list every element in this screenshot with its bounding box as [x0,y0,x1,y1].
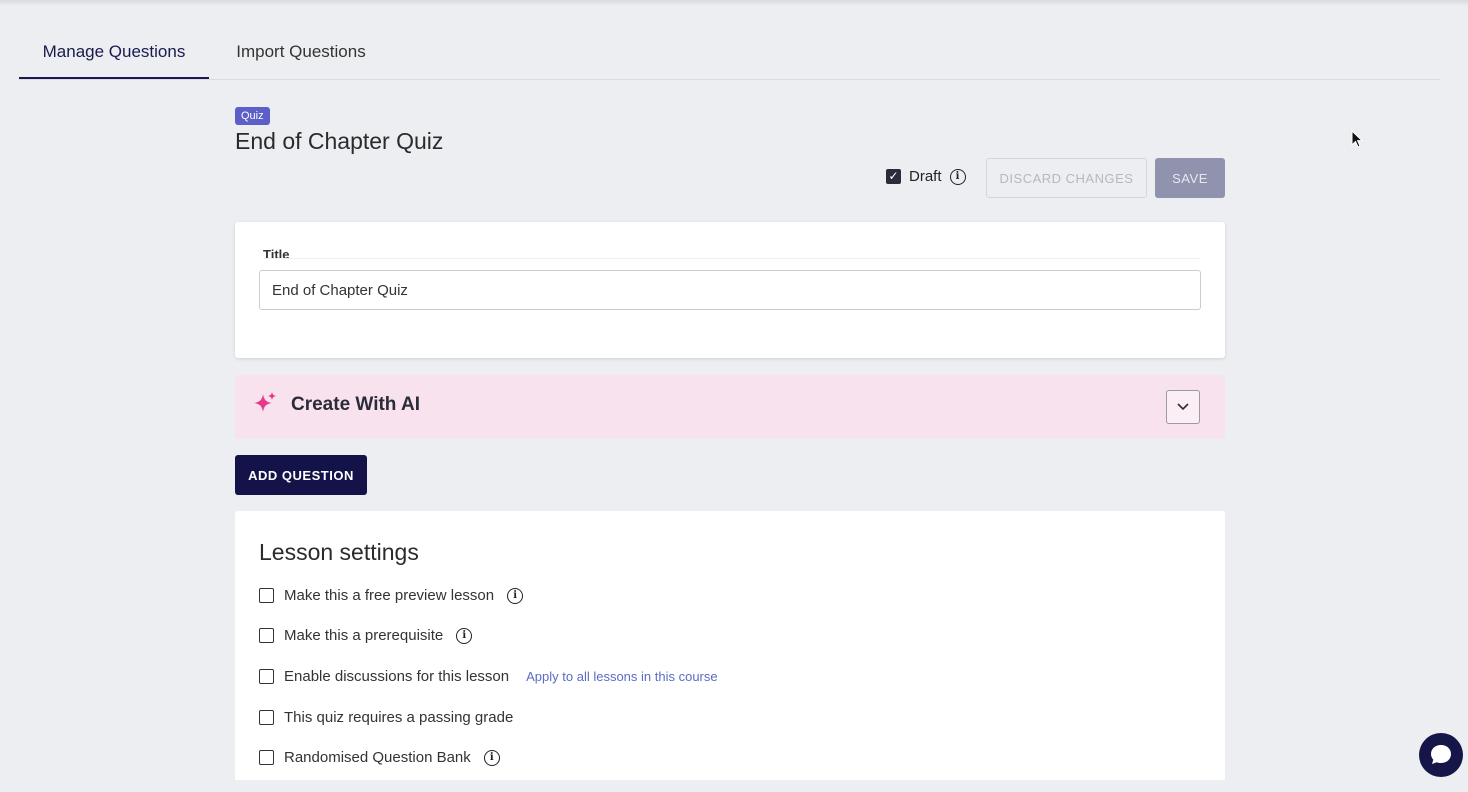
create-with-ai-label: Create With AI [291,394,420,415]
sparkle-icon [254,392,276,412]
page-title: End of Chapter Quiz [235,128,444,154]
prerequisite-checkbox[interactable] [259,628,274,643]
tab-bar: Manage Questions Import Questions [19,32,1440,80]
lesson-settings-heading: Lesson settings [259,539,419,565]
top-shadow [0,0,1468,6]
tab-manage-questions[interactable]: Manage Questions [19,32,209,79]
lesson-settings-card: Lesson settings Make this a free preview… [235,511,1225,780]
free-preview-checkbox[interactable] [259,588,274,603]
title-card: Title [235,222,1225,358]
randomised-question-bank-checkbox[interactable] [259,750,274,765]
option-free-preview[interactable]: Make this a free preview lesson i [259,587,524,604]
draft-checkbox[interactable]: ✓ [886,169,901,184]
option-prerequisite[interactable]: Make this a prerequisite i [259,627,473,644]
mouse-cursor-icon [1351,130,1364,148]
tab-import-questions[interactable]: Import Questions [213,32,389,78]
quiz-badge: Quiz [235,107,270,125]
chat-icon [1431,745,1451,764]
discard-changes-button[interactable]: DISCARD CHANGES [986,158,1147,198]
title-field-label: Title [263,247,290,262]
info-icon[interactable]: i [456,627,473,644]
title-input[interactable] [259,270,1201,310]
apply-to-all-lessons-link[interactable]: Apply to all lessons in this course [526,669,717,684]
option-label: Randomised Question Bank [284,749,471,766]
add-question-button[interactable]: ADD QUESTION [235,455,367,495]
info-icon[interactable]: i [949,168,966,185]
create-with-ai-panel[interactable]: Create With AI [235,375,1225,439]
option-passing-grade[interactable]: This quiz requires a passing grade [259,709,526,726]
option-label: Make this a prerequisite [284,627,444,644]
option-label: Make this a free preview lesson [284,587,495,604]
option-discussions[interactable]: Enable discussions for this lesson Apply… [259,668,718,685]
discussions-checkbox[interactable] [259,669,274,684]
expand-ai-button[interactable] [1166,390,1200,424]
option-label: Enable discussions for this lesson [284,668,510,685]
passing-grade-checkbox[interactable] [259,710,274,725]
option-label: This quiz requires a passing grade [284,709,514,726]
draft-toggle[interactable]: ✓ Draft i [886,168,966,185]
info-icon[interactable]: i [507,587,524,604]
draft-label: Draft [909,168,942,185]
chat-launcher-button[interactable] [1419,733,1463,777]
save-button[interactable]: SAVE [1155,158,1225,198]
chevron-down-icon [1177,403,1189,411]
divider [263,258,1201,259]
info-icon[interactable]: i [483,749,500,766]
option-randomised-question-bank[interactable]: Randomised Question Bank i [259,749,500,766]
